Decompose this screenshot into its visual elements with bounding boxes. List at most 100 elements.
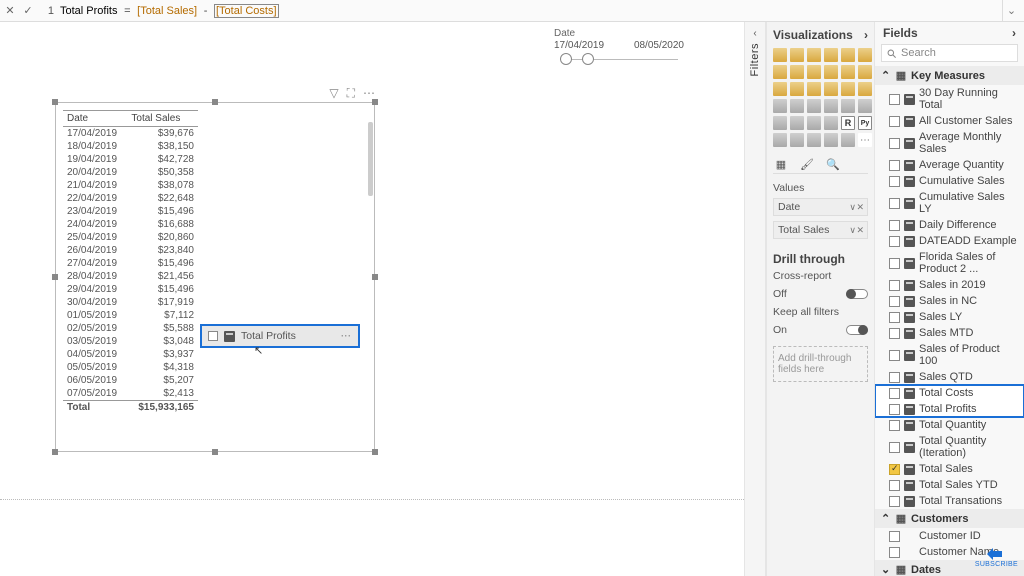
table-header[interactable]: ⌃▦Key Measures bbox=[875, 66, 1024, 85]
viz-type-icon[interactable] bbox=[841, 65, 855, 79]
filter-icon[interactable]: ▽ bbox=[329, 86, 338, 101]
field-well[interactable]: Total Sales∨ ✕ bbox=[773, 221, 868, 239]
field-row[interactable]: Sales MTD bbox=[875, 325, 1024, 341]
viz-type-icon[interactable] bbox=[858, 82, 872, 96]
checkbox-icon[interactable] bbox=[889, 328, 900, 339]
formula-bar[interactable]: ✕ ✓ 1 Total Profits = [Total Sales] - [T… bbox=[0, 0, 1024, 22]
viz-type-icon[interactable] bbox=[773, 82, 787, 96]
more-icon[interactable]: ⋯ bbox=[363, 86, 375, 101]
checkbox-icon[interactable] bbox=[889, 198, 900, 209]
viz-type-icon[interactable] bbox=[858, 65, 872, 79]
viz-type-icon[interactable] bbox=[773, 65, 787, 79]
checkbox-icon[interactable] bbox=[889, 312, 900, 323]
checkbox-icon[interactable] bbox=[889, 296, 900, 307]
focus-icon[interactable]: ⛶ bbox=[347, 86, 355, 101]
field-row[interactable]: Total Profits bbox=[875, 401, 1024, 417]
checkbox-icon[interactable] bbox=[889, 547, 900, 558]
subscribe-badge[interactable]: SUBSCRIBE bbox=[975, 547, 1018, 568]
slicer-knob-end[interactable] bbox=[582, 53, 594, 65]
resize-handle[interactable] bbox=[372, 449, 378, 455]
slicer-knob-start[interactable] bbox=[560, 53, 572, 65]
checkbox-icon[interactable] bbox=[889, 280, 900, 291]
format-tab-icon[interactable]: 🖌 bbox=[799, 157, 815, 171]
filters-pane-collapsed[interactable]: ‹ Filters bbox=[744, 22, 766, 576]
checkbox-icon[interactable] bbox=[889, 420, 900, 431]
table-visual[interactable]: ▽ ⛶ ⋯ Date Total Sales 17/04/2019$39,676… bbox=[55, 102, 375, 452]
slicer-start[interactable]: 17/04/2019 bbox=[554, 40, 604, 51]
viz-type-icon[interactable] bbox=[773, 99, 787, 113]
viz-type-icon[interactable] bbox=[790, 65, 804, 79]
checkbox-icon[interactable] bbox=[889, 220, 900, 231]
drillthrough-dropzone[interactable]: Add drill-through fields here bbox=[773, 346, 868, 382]
field-row[interactable]: Sales in NC bbox=[875, 293, 1024, 309]
resize-handle[interactable] bbox=[212, 99, 218, 105]
viz-type-icon[interactable] bbox=[790, 133, 804, 147]
viz-type-icon[interactable] bbox=[841, 99, 855, 113]
viz-type-icon[interactable] bbox=[807, 133, 821, 147]
date-slicer[interactable]: Date 17/04/2019 08/05/2020 bbox=[554, 28, 684, 60]
scrollbar-thumb[interactable] bbox=[368, 122, 373, 196]
viz-type-icon[interactable] bbox=[824, 116, 838, 130]
viz-type-icon[interactable] bbox=[790, 116, 804, 130]
checkbox-icon[interactable] bbox=[889, 372, 900, 383]
chevron-right-icon[interactable]: › bbox=[864, 28, 868, 42]
field-row[interactable]: Average Monthly Sales bbox=[875, 129, 1024, 157]
resize-handle[interactable] bbox=[52, 274, 58, 280]
slicer-track[interactable] bbox=[560, 59, 678, 60]
viz-type-icon[interactable] bbox=[790, 82, 804, 96]
commit-icon[interactable]: ✓ bbox=[22, 5, 34, 17]
viz-type-icon[interactable] bbox=[824, 65, 838, 79]
viz-type-icon[interactable] bbox=[824, 82, 838, 96]
viz-type-icon[interactable] bbox=[773, 48, 787, 62]
checkbox-icon[interactable] bbox=[889, 350, 900, 361]
viz-type-icon[interactable] bbox=[858, 99, 872, 113]
field-row[interactable]: Total Costs bbox=[875, 385, 1024, 401]
checkbox-icon[interactable] bbox=[889, 176, 900, 187]
resize-handle[interactable] bbox=[372, 274, 378, 280]
field-row[interactable]: Total Transations bbox=[875, 493, 1024, 509]
viz-type-icon[interactable] bbox=[790, 99, 804, 113]
viz-type-icon[interactable] bbox=[824, 133, 838, 147]
viz-type-icon[interactable] bbox=[824, 48, 838, 62]
chevron-right-icon[interactable]: › bbox=[1012, 26, 1016, 40]
viz-type-icon[interactable] bbox=[841, 133, 855, 147]
fields-search[interactable]: Search bbox=[881, 44, 1018, 62]
viz-type-icon[interactable] bbox=[773, 133, 787, 147]
checkbox-icon[interactable] bbox=[889, 496, 900, 507]
checkbox-icon[interactable] bbox=[889, 160, 900, 171]
resize-handle[interactable] bbox=[52, 449, 58, 455]
checkbox-icon[interactable] bbox=[889, 531, 900, 542]
field-row[interactable]: Cumulative Sales bbox=[875, 173, 1024, 189]
viz-r-icon[interactable]: R bbox=[841, 116, 855, 130]
field-row[interactable]: Sales of Product 100 bbox=[875, 341, 1024, 369]
drag-field-chip[interactable]: Total Profits ⋯ bbox=[200, 324, 360, 348]
viz-type-icon[interactable] bbox=[858, 48, 872, 62]
viz-gallery[interactable]: RPy ⋯ bbox=[773, 48, 868, 151]
field-row[interactable]: DATEADD Example bbox=[875, 233, 1024, 249]
resize-handle[interactable] bbox=[212, 449, 218, 455]
viz-type-icon[interactable] bbox=[773, 116, 787, 130]
viz-type-icon[interactable] bbox=[807, 48, 821, 62]
field-row[interactable]: Sales QTD bbox=[875, 369, 1024, 385]
viz-more-icon[interactable]: ⋯ bbox=[858, 133, 872, 147]
field-row[interactable]: Cumulative Sales LY bbox=[875, 189, 1024, 217]
viz-type-icon[interactable] bbox=[807, 99, 821, 113]
field-row[interactable]: Average Quantity bbox=[875, 157, 1024, 173]
checkbox-icon[interactable] bbox=[889, 116, 900, 127]
viz-type-icon[interactable] bbox=[841, 48, 855, 62]
checkbox-icon[interactable] bbox=[889, 388, 900, 399]
field-well[interactable]: Date∨ ✕ bbox=[773, 198, 868, 216]
checkbox-icon[interactable] bbox=[889, 480, 900, 491]
viz-type-icon[interactable] bbox=[807, 65, 821, 79]
field-row[interactable]: Florida Sales of Product 2 ... bbox=[875, 249, 1024, 277]
viz-type-icon[interactable] bbox=[807, 82, 821, 96]
field-row[interactable]: Sales in 2019 bbox=[875, 277, 1024, 293]
table-header[interactable]: ⌃▦Customers bbox=[875, 509, 1024, 528]
analytics-tab-icon[interactable]: 🔍 bbox=[825, 157, 841, 171]
checkbox-icon[interactable] bbox=[889, 138, 900, 149]
fields-tab-icon[interactable]: ▦ bbox=[773, 157, 789, 171]
report-canvas[interactable]: Date 17/04/2019 08/05/2020 bbox=[0, 22, 744, 576]
field-row[interactable]: All Customer Sales bbox=[875, 113, 1024, 129]
checkbox-icon[interactable] bbox=[889, 464, 900, 475]
field-row[interactable]: Customer ID bbox=[875, 528, 1024, 544]
